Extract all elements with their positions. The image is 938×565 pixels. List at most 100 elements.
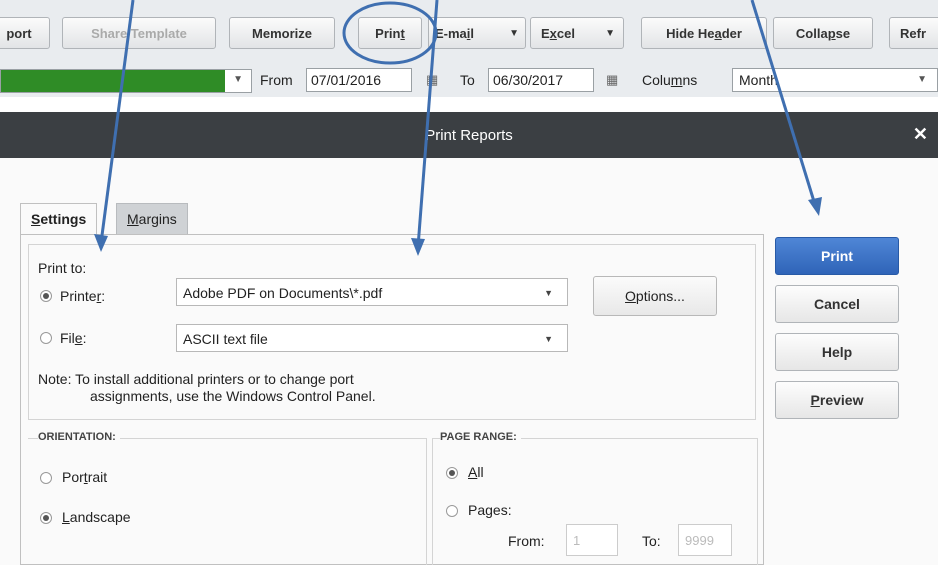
columns-select[interactable]: Month ▼ [732, 68, 938, 92]
file-radio-label: File: [60, 330, 86, 346]
chevron-down-icon: ▼ [544, 288, 553, 298]
to-label: To [460, 72, 475, 88]
tab-settings[interactable]: Settings [20, 203, 98, 235]
portrait-pre: Por [62, 469, 84, 485]
all-pages-radio[interactable] [446, 467, 458, 479]
preview-button[interactable]: Preview [775, 381, 899, 419]
hide-header-access: a [714, 25, 722, 41]
dialog-titlebar: Print Reports ✕ [0, 112, 938, 158]
columns-post: ns [682, 72, 698, 88]
help-label: Help [821, 344, 853, 360]
printer-radio-label: Printer: [60, 288, 105, 304]
file-type-select[interactable]: ASCII text file ▼ [176, 324, 568, 352]
page-range-right-border [757, 438, 758, 565]
printer-select-value: Adobe PDF on Documents\*.pdf [183, 285, 383, 301]
page-range-left-border [432, 438, 433, 565]
printer-note-line1: Note: To install additional printers or … [38, 371, 354, 387]
landscape-access: L [62, 509, 70, 525]
excel-dropdown-icon[interactable]: ▼ [605, 28, 615, 39]
file-radio[interactable] [40, 332, 52, 344]
hide-header-pre: Hide He [666, 25, 715, 41]
printer-post: : [101, 288, 106, 304]
file-select-value: ASCII text file [183, 331, 268, 347]
printer-select[interactable]: Adobe PDF on Documents\*.pdf ▼ [176, 278, 568, 306]
collapse-button[interactable]: Colla p se [773, 17, 873, 49]
tab-margins-label: argins [138, 211, 177, 227]
memorize-label: Memorize [252, 25, 312, 41]
options-label: ptions... [635, 288, 685, 304]
tab-margins-access: M [127, 211, 139, 227]
excel-label-access: x [549, 25, 557, 41]
share-template-button: Share Template [62, 17, 216, 49]
help-button[interactable]: Help [775, 333, 899, 371]
page-from-input[interactable]: 1 [566, 524, 618, 556]
excel-label-post: cel [556, 25, 575, 41]
page-to-input[interactable]: 9999 [678, 524, 732, 556]
pages-pre: Pa [468, 502, 486, 518]
close-icon[interactable]: ✕ [913, 124, 928, 145]
tab-margins[interactable]: Margins [116, 203, 188, 235]
collapse-pre: Colla [795, 25, 828, 41]
printer-pre: Printe [60, 288, 97, 304]
print-label-pre: Prin [375, 25, 401, 41]
dialog-title: Print Reports [425, 126, 513, 144]
page-to-label: To: [642, 533, 661, 549]
memorize-button[interactable]: Memorize [229, 17, 335, 49]
collapse-post: se [835, 25, 851, 41]
cancel-label: Cancel [814, 296, 860, 312]
page-range-title: PAGE RANGE: [440, 431, 521, 443]
calendar-icon[interactable]: ▦ [606, 72, 618, 88]
landscape-post: andscape [69, 509, 131, 525]
all-post: ll [477, 464, 484, 480]
preview-label: review [819, 392, 864, 408]
export-button[interactable]: port [0, 17, 50, 49]
excel-label-pre: E [541, 25, 550, 41]
portrait-radio[interactable] [40, 472, 52, 484]
landscape-label: Landscape [62, 509, 131, 525]
refresh-button[interactable]: Refr [889, 17, 938, 49]
excel-button[interactable]: Ex cel ▼ [530, 17, 624, 49]
columns-pre: Colu [642, 72, 671, 88]
pages-radio[interactable] [446, 505, 458, 517]
all-pages-label: All [468, 464, 484, 480]
chevron-down-icon: ▼ [233, 74, 243, 85]
landscape-radio[interactable] [40, 512, 52, 524]
from-date-input[interactable]: 07/01/2016 [306, 68, 412, 92]
chevron-down-icon: ▼ [917, 74, 927, 85]
printer-radio[interactable] [40, 290, 52, 302]
calendar-icon[interactable]: ▦ [426, 72, 438, 88]
file-access: e [74, 330, 83, 346]
print-button[interactable]: Prin t [358, 17, 422, 49]
file-post: : [82, 330, 87, 346]
hide-header-button[interactable]: Hide He a der [641, 17, 767, 49]
print-label-access: t [400, 25, 405, 41]
portrait-label: Portrait [62, 469, 107, 485]
print-dialog-button[interactable]: Print [775, 237, 899, 275]
to-date-input[interactable]: 06/30/2017 [488, 68, 594, 92]
share-template-label: Share Template [91, 25, 187, 41]
email-label-pre: E-ma [435, 25, 467, 41]
tab-settings-label: ettings [40, 211, 87, 227]
email-dropdown-icon[interactable]: ▼ [509, 28, 519, 39]
pages-label: Pages: [468, 502, 512, 518]
report-toolbar: port Share Template Memorize Prin t E-ma i… [0, 0, 938, 71]
all-access: A [468, 464, 478, 480]
email-button[interactable]: E-ma i l ▼ [428, 17, 526, 49]
orientation-title: ORIENTATION: [38, 431, 120, 443]
options-button[interactable]: Options... [593, 276, 717, 316]
cancel-button[interactable]: Cancel [775, 285, 899, 323]
date-range-fill [1, 70, 225, 92]
page-from-label: From: [508, 533, 545, 549]
pages-post: es: [492, 502, 512, 518]
columns-label: Columns [642, 72, 697, 88]
chevron-down-icon: ▼ [544, 334, 553, 344]
portrait-post: rait [87, 469, 108, 485]
print-dialog-label: Print [821, 248, 853, 264]
tab-settings-access: S [31, 211, 41, 227]
collapse-access: p [827, 25, 836, 41]
columns-value: Month [739, 72, 778, 88]
from-label: From [260, 72, 293, 88]
date-range-select[interactable]: ▼ [0, 69, 252, 93]
file-pre: Fil [60, 330, 75, 346]
printer-note-line2: assignments, use the Windows Control Pan… [90, 388, 376, 404]
